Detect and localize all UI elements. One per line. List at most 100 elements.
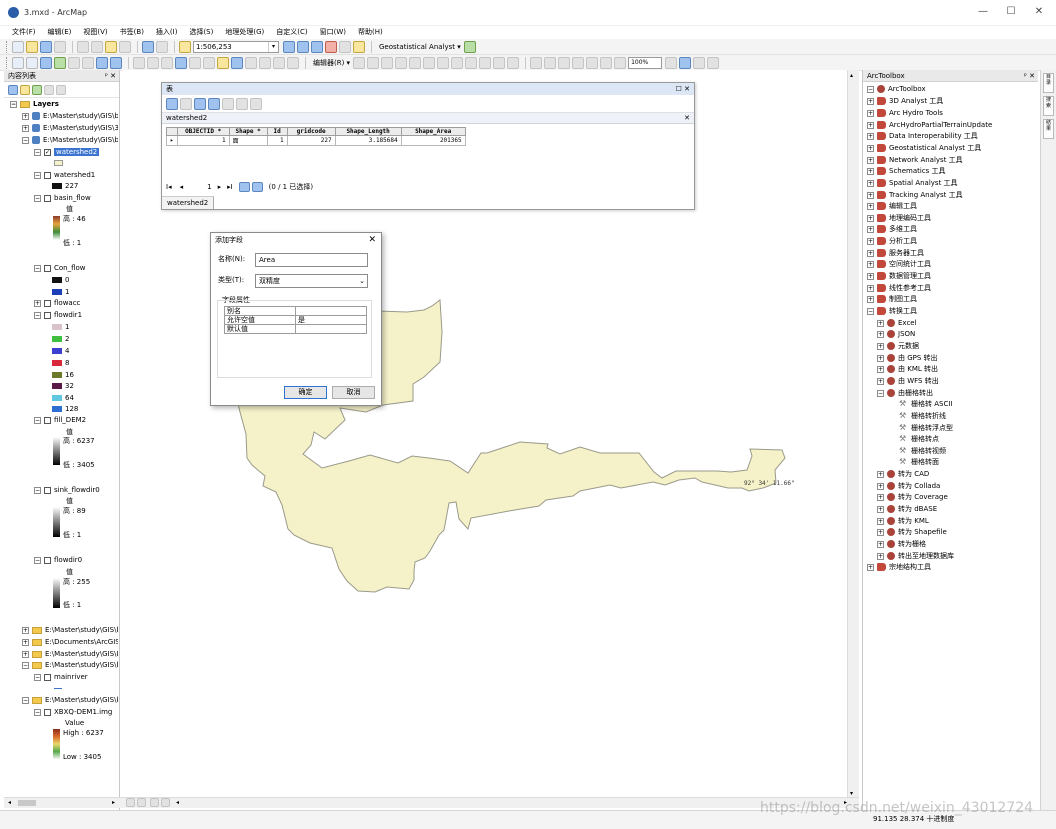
- toolset-item[interactable]: + 转为 dBASE: [877, 504, 937, 515]
- current-record[interactable]: 1: [207, 183, 211, 191]
- column-header[interactable]: Shape_Length: [334, 127, 402, 136]
- clear-selection-icon[interactable]: [222, 97, 234, 110]
- reshape-icon[interactable]: [465, 56, 478, 69]
- toolbox-item[interactable]: +3D Analyst 工具: [867, 96, 943, 107]
- zoom-whole-page-icon[interactable]: [572, 56, 585, 69]
- fixed-zoom-in-icon[interactable]: [68, 56, 80, 69]
- toc-group-4[interactable]: − E:\Master\study\GIS\b: [22, 660, 118, 671]
- toc-layer-watershed1[interactable]: − watershed1: [34, 170, 95, 181]
- column-header[interactable]: OBJECTID *: [176, 127, 230, 136]
- tool-item[interactable]: ⚒ 栅格转浮点型: [899, 423, 953, 434]
- viewer-window-icon[interactable]: [287, 56, 299, 69]
- field-name-input[interactable]: Area: [255, 253, 368, 267]
- table-footer-tab[interactable]: watershed2: [162, 196, 215, 209]
- new-icon[interactable]: [12, 40, 24, 53]
- table-of-contents-icon[interactable]: [297, 40, 309, 53]
- editor-toolbar-icon[interactable]: [283, 40, 295, 53]
- copy-icon[interactable]: [91, 40, 103, 53]
- toolbar-grip[interactable]: [6, 56, 9, 69]
- layout-forward-icon[interactable]: [614, 56, 627, 69]
- point-icon[interactable]: [423, 56, 436, 69]
- list-by-source-icon[interactable]: [20, 84, 30, 95]
- toolset-item[interactable]: + JSON: [877, 329, 915, 340]
- property-value[interactable]: [295, 306, 367, 316]
- toc-layers-root[interactable]: − Layers: [10, 99, 59, 110]
- show-selected-records-icon[interactable]: [251, 182, 263, 192]
- dialog-titlebar[interactable]: 添加字段 ✕: [211, 233, 381, 248]
- edit-annotation-icon[interactable]: [367, 56, 380, 69]
- table-row[interactable]: ▸ 1 面 1 227 3.185684 201365: [166, 135, 466, 146]
- toolbox-item[interactable]: + Arc Hydro Tools: [867, 108, 943, 119]
- refresh-icon[interactable]: [150, 798, 159, 807]
- trace-icon[interactable]: [409, 56, 422, 69]
- geostat-wizard-icon[interactable]: [463, 40, 476, 53]
- toolbox-item[interactable]: + Spatial Analyst 工具: [867, 178, 958, 189]
- forward-icon[interactable]: [110, 56, 122, 69]
- dock-tab-catalog[interactable]: 目录: [1043, 73, 1054, 93]
- hyperlink-icon[interactable]: [189, 56, 201, 69]
- toolset-item[interactable]: + 转为 CAD: [877, 469, 929, 480]
- table-cell[interactable]: 1: [266, 135, 288, 146]
- toolbox-item[interactable]: + 数据管理工具: [867, 271, 931, 282]
- dialog-close-icon[interactable]: ✕: [368, 233, 376, 248]
- next-record-button[interactable]: ▸: [218, 183, 222, 191]
- rotate-icon[interactable]: [451, 56, 464, 69]
- toolbox-item[interactable]: + Network Analyst 工具: [867, 155, 963, 166]
- toolbox-item[interactable]: + Schematics 工具: [867, 166, 946, 177]
- toolset-item[interactable]: + 转为 Coverage: [877, 492, 948, 503]
- toolbox-item[interactable]: + 制图工具: [867, 294, 917, 305]
- toolset-item[interactable]: + 元数据: [877, 341, 919, 352]
- toc-layer-flowdir0[interactable]: − flowdir0: [34, 555, 82, 566]
- toolbox-item[interactable]: + 地理编码工具: [867, 213, 931, 224]
- menu-view[interactable]: 视图(V): [83, 26, 107, 39]
- menu-selection[interactable]: 选择(S): [189, 26, 213, 39]
- attributes-icon[interactable]: [493, 56, 506, 69]
- tool-item[interactable]: ⚒ 栅格转点: [899, 434, 939, 445]
- table-titlebar[interactable]: 表 ☐ ✕: [162, 83, 694, 95]
- zoom-to-selected-icon[interactable]: [236, 97, 248, 110]
- toolbox-item[interactable]: + Tracking Analyst 工具: [867, 190, 963, 201]
- table-cell[interactable]: 1: [176, 135, 230, 146]
- toc-layer-basin-flow[interactable]: − basin_flow: [34, 193, 91, 204]
- select-elements-icon[interactable]: [161, 56, 173, 69]
- full-extent-icon[interactable]: [54, 56, 66, 69]
- tool-item[interactable]: ⚒ 栅格转面: [899, 457, 939, 468]
- toc-path-2[interactable]: + E:\Master\study\GIS\3: [22, 123, 118, 134]
- toolbox-item[interactable]: + 多维工具: [867, 224, 917, 235]
- toc-path-3[interactable]: − E:\Master\study\GIS\b: [22, 135, 118, 146]
- layout-pan-icon[interactable]: [558, 56, 571, 69]
- close-table-tab-icon[interactable]: ✕: [684, 113, 690, 124]
- toolbox-conversion[interactable]: − 转换工具: [867, 306, 917, 317]
- cut-polygons-icon[interactable]: [479, 56, 492, 69]
- open-icon[interactable]: [26, 40, 38, 53]
- pause-drawing-icon[interactable]: [161, 798, 170, 807]
- property-value[interactable]: 是: [295, 315, 367, 325]
- toc-group-5[interactable]: − E:\Master\study\GIS\b: [22, 695, 118, 706]
- python-icon[interactable]: [339, 40, 351, 53]
- toc-layer-con-flow[interactable]: − Con_flow: [34, 263, 86, 274]
- toggle-draft-icon[interactable]: [665, 56, 678, 69]
- change-layout-icon[interactable]: [693, 56, 706, 69]
- table-cell[interactable]: 201365: [400, 135, 466, 146]
- select-features-icon[interactable]: [133, 56, 145, 69]
- list-by-visibility-icon[interactable]: [32, 84, 42, 95]
- close-button[interactable]: ✕: [1026, 4, 1052, 20]
- toc-layer-watershed2[interactable]: − ✓ watershed2: [34, 147, 100, 158]
- geostatistical-analyst-menu[interactable]: Geostatistical Analyst ▾: [379, 43, 461, 51]
- split-tool-icon[interactable]: [437, 56, 450, 69]
- toolbox-item[interactable]: + Geostatistical Analyst 工具: [867, 143, 981, 154]
- scroll-thumb[interactable]: [18, 800, 36, 806]
- ok-button[interactable]: 确定: [284, 386, 327, 399]
- select-by-attributes-icon[interactable]: [194, 97, 206, 110]
- toolset-item[interactable]: + 由 KML 转出: [877, 364, 938, 375]
- print-icon[interactable]: [54, 40, 66, 53]
- switch-selection-icon[interactable]: [208, 97, 220, 110]
- toc-group-2[interactable]: + E:\Documents\ArcGIS\: [22, 637, 118, 648]
- related-tables-icon[interactable]: [180, 97, 192, 110]
- menu-geoprocessing[interactable]: 地理处理(G): [225, 26, 264, 39]
- delete-icon[interactable]: [119, 40, 131, 53]
- table-cell[interactable]: 3.185684: [334, 135, 402, 146]
- toolbox-icon[interactable]: [325, 40, 337, 53]
- menu-insert[interactable]: 插入(I): [156, 26, 178, 39]
- toc-layer-flowdir1[interactable]: − flowdir1: [34, 310, 82, 321]
